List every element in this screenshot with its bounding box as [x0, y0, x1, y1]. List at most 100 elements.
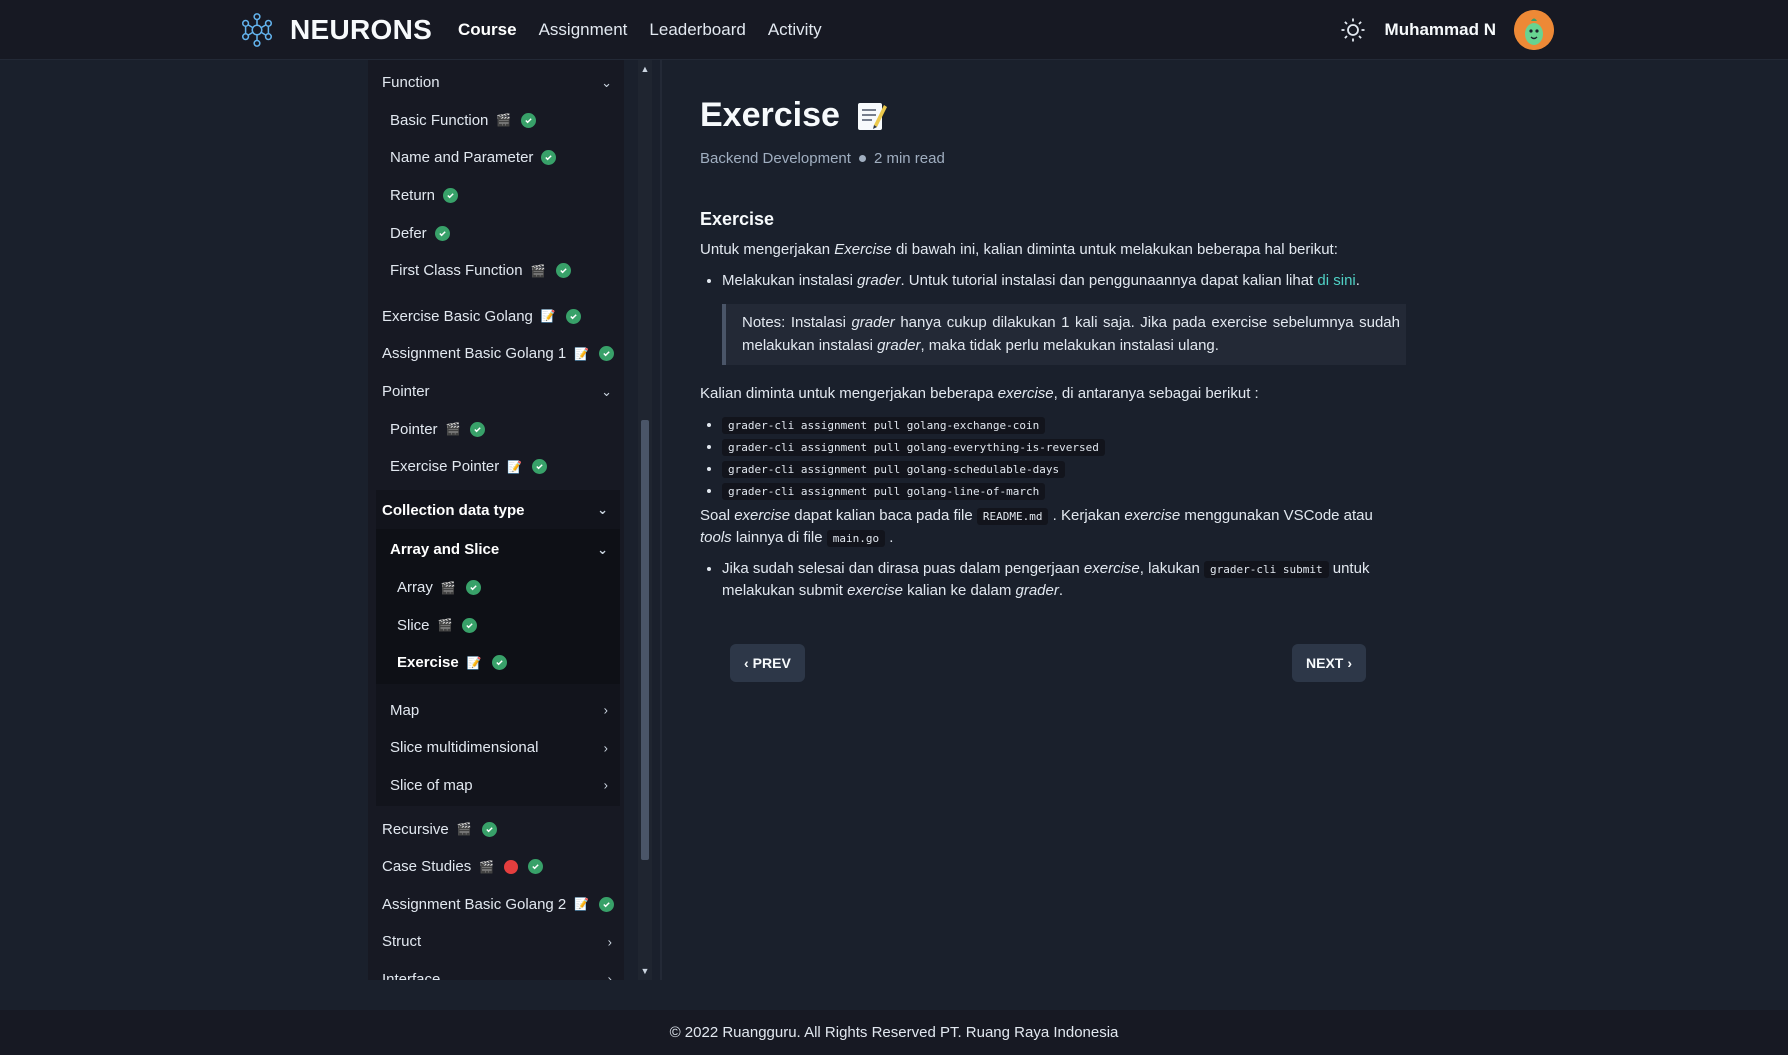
item-label: Exercise Pointer [390, 458, 500, 476]
list-item: grader-cli assignment pull golang-exchan… [722, 414, 1406, 435]
video-icon: 🎬 [479, 859, 495, 874]
video-icon: 🎬 [530, 263, 546, 278]
text: , maka tidak perlu melakukan instalasi u… [920, 336, 1219, 354]
text: , di antaranya sebagai berikut : [1053, 385, 1259, 402]
video-icon: 🎬 [440, 580, 456, 595]
command-code[interactable]: grader-cli assignment pull golang-everyt… [722, 438, 1105, 456]
footer: © 2022 Ruangguru. All Rights Reserved PT… [0, 1010, 1788, 1055]
collection-group: Collection data type ⌄ Array and Slice ⌄… [376, 489, 620, 807]
read-time: 2 min read [873, 150, 945, 167]
check-circle-icon [481, 821, 497, 837]
user-name[interactable]: Muhammad N [1385, 20, 1496, 40]
chevron-down-icon: ⌄ [597, 502, 608, 518]
scroll-up-arrow-icon[interactable]: ▲ [638, 62, 652, 76]
video-icon: 🎬 [437, 618, 453, 633]
sidebar-item-exercise-basic-golang[interactable]: Exercise Basic Golang 📝 [368, 298, 624, 336]
chevron-down-icon: ⌄ [601, 74, 612, 90]
category: Backend Development [700, 150, 851, 167]
item-label: Return [390, 187, 436, 205]
section-function[interactable]: Function ⌄ [368, 64, 624, 102]
status-dot [504, 859, 519, 874]
emphasis: grader [1015, 582, 1059, 599]
note-icon: 📝 [466, 655, 482, 670]
prev-label: PREV [752, 655, 791, 671]
section-struct[interactable]: Struct › [368, 923, 624, 961]
item-label: Defer [390, 224, 427, 242]
text: Jika sudah selesai dan dirasa puas dalam… [722, 559, 1084, 577]
emphasis: exercise [1124, 506, 1181, 524]
command-code[interactable]: grader-cli assignment pull golang-line-o… [722, 482, 1046, 500]
divider [660, 60, 662, 980]
check-circle-icon [528, 859, 544, 875]
text: Melakukan instalasi [722, 271, 858, 289]
section-label: Map [390, 701, 420, 719]
sidebar-item-pointer[interactable]: Pointer 🎬 [368, 410, 624, 448]
sidebar-item-exercise-active[interactable]: Exercise 📝 [376, 644, 620, 682]
emphasis: Exercise [834, 241, 892, 258]
section-pointer[interactable]: Pointer ⌄ [368, 373, 624, 411]
section-map[interactable]: Map › [376, 692, 620, 730]
sidebar-item-defer[interactable]: Defer [368, 214, 624, 252]
video-icon: 🎬 [456, 822, 472, 837]
chevron-down-icon: ⌄ [601, 383, 612, 399]
emphasis: exercise [847, 582, 903, 599]
command-code[interactable]: grader-cli assignment pull golang-exchan… [722, 416, 1046, 434]
sidebar-item-recursive[interactable]: Recursive 🎬 [368, 810, 624, 848]
sidebar-scrollbar[interactable]: ▲ ▼ [638, 60, 652, 980]
section-slice-multidimensional[interactable]: Slice multidimensional › [376, 729, 620, 767]
emphasis: tools [700, 529, 732, 546]
sidebar-item-first-class-function[interactable]: First Class Function 🎬 [368, 252, 624, 290]
command-code[interactable]: grader-cli assignment pull golang-schedu… [722, 460, 1066, 478]
item-label: Case Studies [382, 858, 472, 876]
check-circle-icon [599, 346, 615, 362]
video-icon: 🎬 [496, 113, 512, 128]
chevron-right-icon: › [603, 740, 608, 756]
next-label: NEXT [1306, 655, 1344, 671]
scroll-down-arrow-icon[interactable]: ▼ [638, 964, 652, 978]
sidebar-item-slice[interactable]: Slice 🎬 [376, 606, 620, 644]
section-slice-of-map[interactable]: Slice of map › [376, 767, 620, 805]
sidebar-item-exercise-pointer[interactable]: Exercise Pointer 📝 [368, 448, 624, 486]
text: Untuk mengerjakan [700, 241, 835, 258]
chevron-right-icon: › [603, 702, 608, 718]
prev-button[interactable]: ‹ PREV [730, 644, 805, 682]
item-label: Array [397, 579, 433, 597]
scroll-thumb[interactable] [641, 420, 649, 860]
sidebar-item-array[interactable]: Array 🎬 [376, 569, 620, 607]
next-button[interactable]: NEXT › [1292, 644, 1367, 682]
emphasis: exercise [1083, 559, 1140, 577]
sidebar-item-basic-function[interactable]: Basic Function 🎬 [368, 102, 624, 140]
item-label: First Class Function [390, 262, 523, 280]
chevron-left-icon: ‹ [744, 655, 749, 671]
item-label: Assignment Basic Golang 2 [382, 895, 567, 913]
list-item: grader-cli assignment pull golang-line-o… [722, 480, 1406, 501]
brand[interactable]: NEURONS [238, 10, 432, 50]
nav-course[interactable]: Course [458, 20, 517, 40]
check-circle-icon [565, 308, 581, 324]
item-label: Basic Function [390, 111, 489, 129]
section-collection-data-type[interactable]: Collection data type ⌄ [376, 492, 620, 530]
emphasis: exercise [997, 385, 1054, 402]
text: Soal [700, 506, 735, 524]
section-array-and-slice[interactable]: Array and Slice ⌄ [376, 531, 620, 569]
install-guide-link[interactable]: di sini [1317, 272, 1355, 289]
sidebar-item-assignment-basic-golang-1[interactable]: Assignment Basic Golang 1 📝 [368, 335, 624, 373]
note-icon [857, 102, 887, 130]
avatar-icon[interactable] [1514, 10, 1554, 50]
chevron-right-icon: › [607, 934, 612, 950]
nav-activity[interactable]: Activity [768, 20, 822, 40]
sidebar-item-name-and-parameter[interactable]: Name and Parameter [368, 139, 624, 177]
item-label: Exercise Basic Golang [382, 307, 533, 325]
instruction-list: Melakukan instalasi grader. Untuk tutori… [700, 270, 1406, 293]
sidebar-item-return[interactable]: Return [368, 177, 624, 215]
nav-leaderboard[interactable]: Leaderboard [649, 20, 745, 40]
notes-blockquote: Notes: Instalasi grader hanya cukup dila… [722, 304, 1406, 365]
nav-assignment[interactable]: Assignment [539, 20, 628, 40]
item-label: Recursive [382, 820, 449, 838]
section-interface[interactable]: Interface › [368, 961, 624, 980]
sidebar-item-assignment-basic-golang-2[interactable]: Assignment Basic Golang 2 📝 [368, 885, 624, 923]
sun-icon[interactable] [1339, 16, 1367, 44]
list-item: Jika sudah selesai dan dirasa puas dalam… [722, 558, 1406, 603]
sidebar-item-case-studies[interactable]: Case Studies 🎬 [368, 848, 624, 886]
text: , lakukan [1139, 559, 1204, 577]
